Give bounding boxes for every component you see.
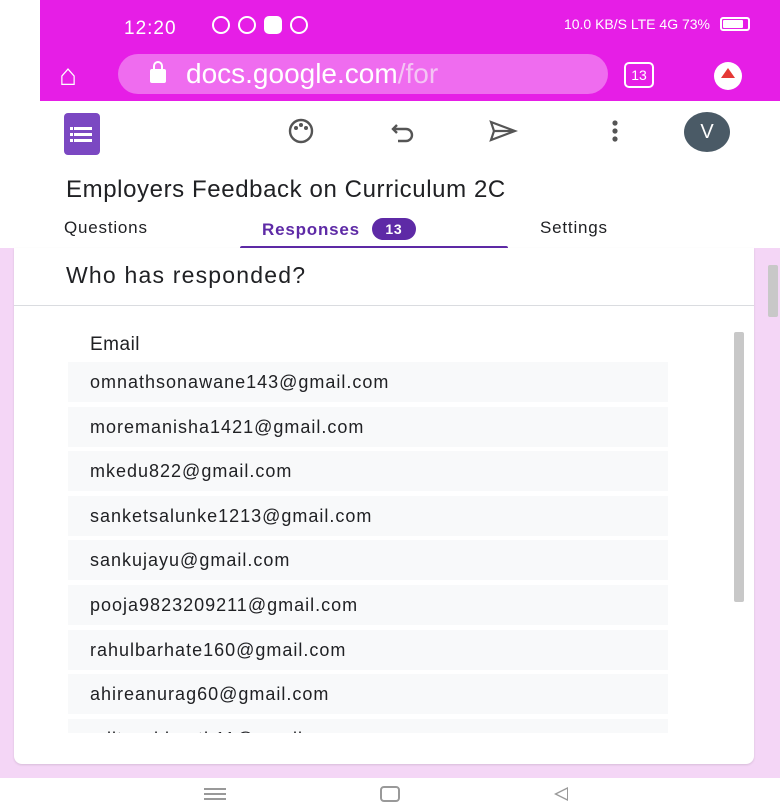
list-item[interactable]: mkedu822@gmail.com [68, 451, 668, 492]
list-item[interactable]: sankujayu@gmail.com [68, 540, 668, 581]
tab-settings[interactable]: Settings [540, 218, 608, 238]
app-icon-2 [264, 16, 282, 34]
clock: 12:20 [124, 18, 177, 39]
card-title: Who has responded? [66, 262, 307, 288]
status-right: 10.0 KB/S LTE 4G 73% [564, 16, 750, 32]
more-options-icon[interactable] [600, 117, 630, 147]
status-text: 10.0 KB/S LTE 4G 73% [563, 16, 710, 32]
whatsapp-icon [212, 16, 230, 34]
home-button-icon[interactable] [380, 786, 400, 802]
google-forms-logo[interactable] [64, 113, 100, 155]
system-navigation-bar [0, 778, 780, 809]
list-scrollbar[interactable] [734, 332, 744, 602]
battery-icon [720, 17, 750, 31]
recent-apps-icon[interactable] [204, 788, 226, 800]
logo-line [74, 133, 92, 136]
browser-bar: ⌂ docs.google.com/for 13 [40, 52, 780, 101]
form-title: Employers Feedback on Curriculum 2C [66, 176, 506, 203]
list-item[interactable]: rahulbarhate160@gmail.com [68, 629, 668, 670]
notification-icons [212, 16, 308, 34]
list-item[interactable]: omnathsonawane143@gmail.com [68, 362, 668, 402]
status-bar: 12:20 10.0 KB/S LTE 4G 73% [40, 0, 780, 52]
page-scrollbar[interactable] [768, 265, 778, 317]
logo-dot [70, 133, 73, 136]
form-tabs: Questions Responses 13 Settings [40, 212, 780, 249]
logo-dot [70, 127, 73, 130]
tab-switcher-button[interactable]: 13 [624, 62, 654, 88]
tab-responses[interactable]: Responses 13 [262, 218, 416, 240]
url-path: /for [397, 58, 439, 89]
responders-card: Who has responded? Email omnathsonawane1… [14, 248, 754, 764]
list-item[interactable]: sanketsalunke1213@gmail.com [68, 495, 668, 536]
responses-count-badge: 13 [371, 218, 416, 240]
forms-toolbar: V [40, 101, 780, 165]
tab-questions[interactable]: Questions [64, 218, 148, 238]
tab-label: Settings [540, 218, 608, 237]
address-bar[interactable]: docs.google.com/for [118, 54, 608, 94]
undo-icon[interactable] [388, 117, 418, 147]
send-icon[interactable] [488, 117, 519, 147]
account-avatar[interactable]: V [684, 112, 730, 152]
tab-label: Questions [64, 218, 148, 237]
list-item[interactable]: ahireanurag60@gmail.com [68, 674, 668, 715]
email-column-header: Email [90, 334, 141, 355]
url-host: docs.google.com [186, 58, 398, 89]
app-icon [238, 16, 256, 34]
lock-icon [150, 60, 166, 83]
app-icon-3 [290, 16, 308, 34]
list-item[interactable]: adityashirsath11@gmail.com [68, 718, 668, 733]
list-item[interactable]: moremanisha1421@gmail.com [68, 406, 668, 447]
logo-dot [70, 139, 73, 142]
home-icon[interactable]: ⌂ [50, 58, 86, 94]
update-icon[interactable] [714, 62, 742, 90]
browser-chrome: 12:20 10.0 KB/S LTE 4G 73% ⌂ docs.google… [40, 0, 780, 101]
tab-label: Responses [262, 220, 360, 239]
list-item[interactable]: pooja9823209211@gmail.com [68, 584, 668, 625]
logo-line [74, 139, 92, 142]
email-list: omnathsonawane143@gmail.com moremanisha1… [68, 362, 668, 737]
back-icon[interactable] [554, 787, 568, 801]
palette-icon[interactable] [286, 117, 316, 147]
divider [14, 305, 754, 306]
logo-line [74, 127, 92, 130]
